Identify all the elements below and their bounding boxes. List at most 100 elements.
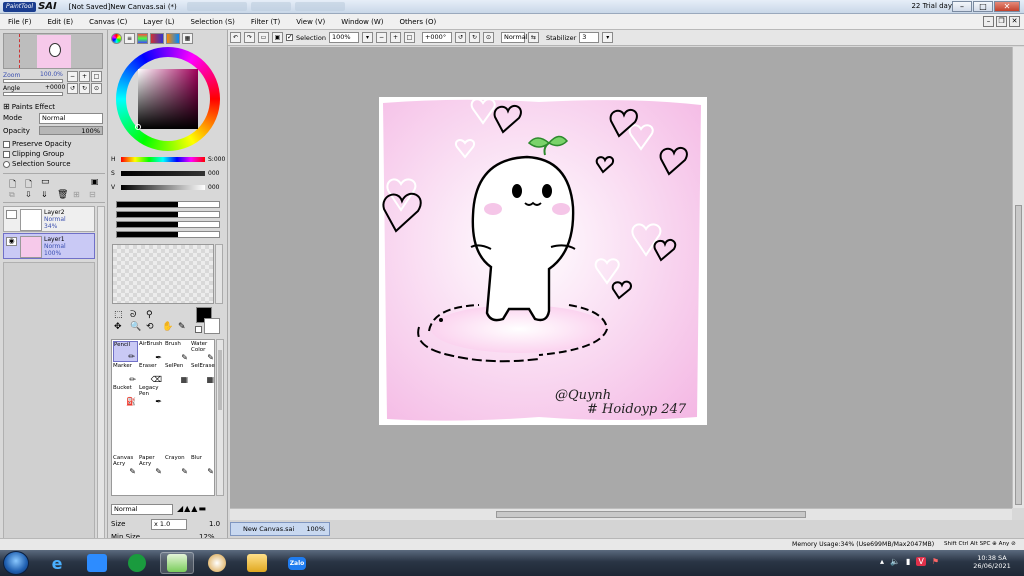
- zoom-reset-button[interactable]: □: [91, 71, 102, 82]
- internet-explorer-icon[interactable]: e: [40, 552, 74, 574]
- saturation-value-square[interactable]: [138, 69, 198, 129]
- selection-checkbox[interactable]: ✓: [286, 34, 293, 41]
- menu-layer[interactable]: Layer (L): [135, 18, 182, 26]
- scratchpad-scrollbar[interactable]: [215, 244, 223, 304]
- doc-close-button[interactable]: ✕: [1009, 16, 1020, 27]
- swap-colors-icon[interactable]: [195, 326, 202, 333]
- brush-pencil[interactable]: Pencil ✏: [113, 341, 138, 362]
- visibility-eye-icon[interactable]: ◉: [6, 237, 17, 246]
- brush-selpen[interactable]: SelPen ▦: [165, 363, 190, 384]
- paint-tool-sai-icon[interactable]: [160, 552, 194, 574]
- color-history-bar[interactable]: [116, 231, 220, 238]
- lasso-icon[interactable]: ᘐ: [130, 310, 144, 320]
- network-icon[interactable]: ▮: [906, 557, 910, 566]
- rotate-reset-icon[interactable]: ⊙: [482, 32, 494, 43]
- redo-button[interactable]: ↷: [244, 32, 255, 43]
- selection-source-checkbox[interactable]: Selection Source: [3, 160, 72, 168]
- zoom-field[interactable]: 100%: [328, 32, 359, 43]
- color-history-bar[interactable]: [116, 221, 220, 228]
- stabilizer-select[interactable]: 3: [579, 32, 600, 43]
- paint-icon[interactable]: [200, 552, 234, 574]
- brush-mode-select[interactable]: Normal: [111, 504, 173, 515]
- menu-others[interactable]: Others (O): [392, 18, 445, 26]
- brush-scrollbar[interactable]: [216, 339, 224, 496]
- brush-paper-acry[interactable]: Paper Acry ✎: [139, 455, 164, 476]
- brush-blur[interactable]: Blur ✎: [191, 455, 216, 476]
- deselect-button[interactable]: ▭: [258, 32, 269, 43]
- trash-icon[interactable]: 🗑: [57, 190, 68, 200]
- vivaldi-icon[interactable]: V: [916, 557, 926, 566]
- saturation-slider[interactable]: [121, 171, 205, 176]
- rotate-cw-icon[interactable]: ↻: [468, 32, 480, 43]
- color-wheel[interactable]: [116, 47, 220, 151]
- clock[interactable]: 10:38 SA 26/06/2021: [964, 554, 1020, 570]
- angle-field[interactable]: +000°: [421, 32, 452, 43]
- brush-shape-icons[interactable]: ◢▲▲▬: [177, 504, 207, 513]
- zoom-out-icon[interactable]: −: [375, 32, 387, 43]
- zoom-fit-icon[interactable]: □: [403, 32, 415, 43]
- link-mask-icon[interactable]: ⊟: [89, 190, 96, 199]
- clipping-group-checkbox[interactable]: Clipping Group: [3, 150, 72, 158]
- transfer-down-icon[interactable]: ⇩: [25, 190, 32, 199]
- preserve-opacity-checkbox[interactable]: Preserve Opacity: [3, 140, 72, 148]
- doc-minimize-button[interactable]: –: [983, 16, 994, 27]
- brush-watercolor[interactable]: Water Color ✎: [191, 341, 216, 362]
- menu-canvas[interactable]: Canvas (C): [81, 18, 135, 26]
- hue-slider[interactable]: [121, 157, 205, 162]
- zoom-tool-icon[interactable]: 🔍: [130, 322, 144, 332]
- rect-select-icon[interactable]: ⬚: [114, 310, 128, 320]
- tray-arrow-icon[interactable]: ▴: [880, 557, 884, 566]
- start-button[interactable]: [3, 551, 29, 575]
- brush-legacy-pen[interactable]: Legacy Pen ✒: [139, 385, 164, 406]
- zoom-dropdown[interactable]: ▾: [361, 32, 373, 43]
- zoom-slider[interactable]: [3, 79, 63, 83]
- volume-icon[interactable]: 🔈: [890, 557, 900, 566]
- value-slider[interactable]: [121, 185, 205, 190]
- menu-selection[interactable]: Selection (S): [183, 18, 243, 26]
- flip-view-button[interactable]: ⇆: [527, 32, 539, 43]
- undo-button[interactable]: ↶: [230, 32, 241, 43]
- horizontal-scrollbar[interactable]: [230, 508, 1012, 520]
- color-wheel-mode-button[interactable]: [111, 33, 122, 44]
- gradient-mode-button[interactable]: [150, 33, 164, 44]
- brush-selerase[interactable]: SelErase ▦: [191, 363, 216, 384]
- rotate-left-button[interactable]: ↺: [67, 83, 78, 94]
- rotate-right-button[interactable]: ↻: [79, 83, 90, 94]
- brush-canvas-acry[interactable]: Canvas Acry ✎: [113, 455, 138, 476]
- size-multiplier[interactable]: x 1.0: [151, 519, 187, 530]
- layer-mask-icon[interactable]: ▣: [91, 177, 99, 186]
- merge-down-icon[interactable]: ⇓: [41, 190, 48, 199]
- eyedropper-icon[interactable]: ✎: [178, 322, 192, 332]
- copy-layer-icon[interactable]: ⧉: [9, 190, 15, 200]
- zoom-in-icon[interactable]: +: [389, 32, 401, 43]
- new-folder-icon[interactable]: ▭: [41, 177, 50, 187]
- vertical-scrollbar[interactable]: [1012, 47, 1024, 508]
- rotate-ccw-icon[interactable]: ↺: [454, 32, 466, 43]
- minimize-button[interactable]: –: [952, 1, 972, 12]
- rgb-slider-mode-button[interactable]: ≡: [124, 33, 135, 44]
- layer-opacity-slider[interactable]: 100%: [39, 126, 103, 135]
- paint-effect-header[interactable]: ⊞ Paints Effect: [3, 102, 55, 111]
- layer-scrollbar[interactable]: [97, 206, 105, 547]
- layer-row[interactable]: Layer2 Normal 34%: [3, 206, 95, 232]
- doc-restore-button[interactable]: ❐: [996, 16, 1007, 27]
- menu-view[interactable]: View (V): [288, 18, 333, 26]
- menu-edit[interactable]: Edit (E): [39, 18, 81, 26]
- drawing-canvas[interactable]: @Quynh # Hoidoyp 247: [379, 97, 707, 425]
- brush-marker[interactable]: Marker ✏: [113, 363, 138, 384]
- layer-row[interactable]: ◉ Layer1 Normal 100%: [3, 233, 95, 259]
- swatches-mode-button[interactable]: [166, 33, 180, 44]
- canvas-viewport[interactable]: @Quynh # Hoidoyp 247: [230, 47, 1012, 508]
- brush-brush[interactable]: Brush ✎: [165, 341, 190, 362]
- hsv-slider-mode-button[interactable]: [137, 33, 148, 44]
- menu-filter[interactable]: Filter (T): [243, 18, 288, 26]
- rotate-reset-button[interactable]: ⊙: [91, 83, 102, 94]
- close-button[interactable]: ✕: [994, 1, 1020, 12]
- document-tab[interactable]: New Canvas.sai 100%: [230, 522, 330, 536]
- apply-mask-icon[interactable]: ⊞: [73, 190, 80, 199]
- file-explorer-icon[interactable]: [240, 552, 274, 574]
- flag-icon[interactable]: ⚑: [932, 557, 939, 566]
- view-mode-select[interactable]: Normal: [500, 32, 528, 43]
- zoom-out-button[interactable]: −: [67, 71, 78, 82]
- hand-tool-icon[interactable]: ✋: [162, 322, 176, 332]
